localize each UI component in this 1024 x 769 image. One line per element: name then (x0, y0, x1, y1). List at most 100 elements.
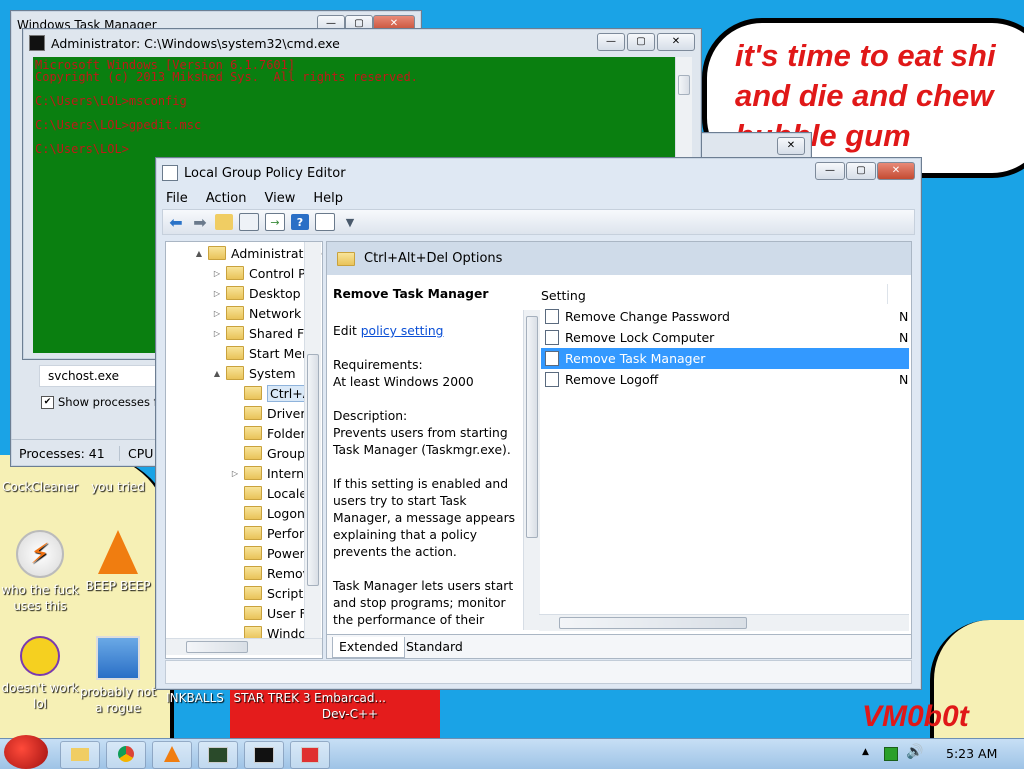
ctrl-maximize-button[interactable]: ▢ (846, 162, 876, 180)
tree-item[interactable]: Start Menu (212, 343, 318, 363)
tree-item[interactable]: Power (230, 543, 305, 563)
desktop-icon-rogue[interactable]: probably not a rogue (78, 636, 158, 716)
folder-icon (244, 486, 262, 500)
expand-arrow-icon[interactable]: ▷ (230, 469, 240, 478)
gpedit-titlebar[interactable]: Local Group Policy Editor (156, 158, 921, 188)
export-list-icon[interactable]: → (265, 213, 285, 231)
tree-scrollbar[interactable] (304, 242, 321, 638)
tree-item-label: Power (267, 545, 305, 561)
desktop-icon-you-tried[interactable]: you tried (78, 479, 158, 495)
requirements-label: Requirements: (333, 358, 423, 372)
scroll-thumb[interactable] (678, 75, 690, 95)
desktop-icon-label: you tried (91, 480, 145, 494)
menu-view[interactable]: View (264, 191, 295, 206)
tree-item[interactable]: Perfor (230, 523, 304, 543)
scroll-thumb[interactable] (559, 617, 747, 629)
tree-item[interactable]: Group (230, 443, 305, 463)
expand-arrow-icon[interactable]: ▷ (212, 269, 222, 278)
tree-scrollbar-horizontal[interactable] (166, 638, 322, 655)
scroll-thumb[interactable] (307, 354, 319, 586)
tree-item-label: System (249, 365, 296, 381)
tree-item-label: Group (267, 445, 306, 461)
taskbar-cmd-button[interactable] (244, 741, 284, 769)
tree-item[interactable]: Folder (230, 423, 306, 443)
scroll-thumb[interactable] (526, 316, 538, 538)
expand-arrow-icon[interactable]: ▷ (212, 289, 222, 298)
taskbar-gpedit-button[interactable] (290, 741, 330, 769)
tree-item[interactable]: Driver (230, 403, 305, 423)
clock[interactable]: 5:23 AM (946, 746, 997, 761)
cmd-line: Copyright (c) 2013 Mikshed Sys. All righ… (35, 70, 418, 84)
desktop-icon-inkballs[interactable]: INKBALLS (155, 690, 235, 706)
ctrl-maximize-button[interactable]: ▢ (627, 33, 655, 51)
folder-icon (71, 748, 89, 761)
menu-file[interactable]: File (166, 191, 188, 206)
start-button[interactable] (4, 735, 48, 769)
tree-item-label: Driver (267, 405, 306, 421)
setting-row[interactable]: Remove Lock Computer N (541, 327, 909, 348)
network-icon[interactable] (884, 747, 898, 761)
description-scrollbar[interactable] (523, 310, 540, 630)
ctrl-minimize-button[interactable]: — (815, 162, 845, 180)
tree-item[interactable]: ▷ Desktop (212, 283, 301, 303)
menu-action[interactable]: Action (206, 191, 247, 206)
taskbar-task-manager-button[interactable] (198, 741, 238, 769)
back-arrow-icon[interactable]: ⬅ (167, 213, 185, 232)
tab-extended[interactable]: Extended (332, 637, 406, 658)
desktop-icon-yahoo[interactable]: doesn't work lol (0, 636, 80, 712)
taskbar-chrome-button[interactable] (106, 741, 146, 769)
tree-item[interactable]: Logon (230, 503, 305, 523)
menu-help[interactable]: Help (313, 191, 343, 206)
setting-row[interactable]: Remove Logoff N (541, 369, 909, 390)
tree-item[interactable]: User F (230, 603, 307, 623)
desktop-icon-avast[interactable]: ⚡ who the fuck uses this (0, 530, 80, 614)
ctrl-close-button[interactable]: ✕ (877, 162, 915, 180)
settings-scrollbar-horizontal[interactable] (539, 614, 909, 631)
ctrl-close-button[interactable]: ✕ (657, 33, 695, 51)
taskbar-vlc-button[interactable] (152, 741, 192, 769)
properties-icon[interactable] (315, 213, 335, 231)
desktop-icon-vlc[interactable]: BEEP BEEP (78, 530, 158, 594)
tree-item[interactable]: ▲ System (212, 363, 296, 383)
tree-item[interactable]: ▷ Network (212, 303, 301, 323)
dialog-close-button[interactable]: ✕ (777, 137, 805, 155)
tree-item[interactable]: Remov (230, 563, 310, 583)
gpedit-window[interactable]: Local Group Policy Editor — ▢ ✕ File Act… (155, 157, 922, 690)
expanded-arrow-icon[interactable]: ▲ (194, 249, 204, 258)
expand-arrow-icon[interactable]: ▷ (212, 309, 222, 318)
tree-item[interactable]: ▲ Administrative (194, 243, 322, 263)
folder-icon (226, 286, 244, 300)
filter-icon[interactable]: ▼ (341, 214, 359, 230)
desktop-icon-dev-cpp[interactable]: Embarcad... Dev-C++ (310, 690, 390, 722)
tree-pane[interactable]: ▲ Administrative ▷ Control Pa ▷ Desktop ▷ Netwo… (165, 241, 323, 659)
setting-row[interactable]: Remove Task Manager (541, 348, 909, 369)
tree-item[interactable]: ▷ Interne (230, 463, 312, 483)
tab-standard[interactable]: Standard (400, 637, 469, 657)
expanded-arrow-icon[interactable]: ▲ (212, 369, 222, 378)
checkbox[interactable]: ✔ (41, 395, 54, 409)
help-icon[interactable]: ? (291, 214, 309, 230)
ctrl-minimize-button[interactable]: — (597, 33, 625, 51)
desktop-icon-cockcleaner[interactable]: CockCleaner (0, 479, 80, 495)
tree-item[interactable]: Locale (230, 483, 307, 503)
policy-setting-icon (545, 309, 559, 324)
show-hidden-icons-chevron-icon[interactable]: ▲ (862, 747, 869, 757)
setting-row[interactable]: Remove Change Password N (541, 306, 909, 327)
description-text: Prevents users from starting Task Manage… (333, 426, 511, 457)
show-hide-tree-icon[interactable] (239, 213, 259, 231)
tree-item[interactable]: ▷ Shared Fo (212, 323, 311, 343)
taskbar-explorer-button[interactable] (60, 741, 100, 769)
expand-arrow-icon[interactable]: ▷ (212, 329, 222, 338)
description-more2: Task Manager lets users start and stop p… (333, 579, 514, 627)
settings-column-header[interactable]: Setting (541, 288, 586, 303)
monitor-icon (208, 747, 228, 763)
forward-arrow-icon[interactable]: ➡ (191, 213, 209, 232)
tree-item[interactable]: ▷ Control Pa (212, 263, 313, 283)
up-folder-icon[interactable] (215, 214, 233, 230)
desktop-icon-star-trek[interactable]: STAR TREK 3 (232, 690, 312, 706)
policy-setting-link[interactable]: policy setting (361, 324, 444, 338)
volume-icon[interactable]: 🔊 (906, 744, 923, 760)
description-label: Description: (333, 409, 408, 423)
scroll-thumb[interactable] (186, 641, 248, 653)
tree-item[interactable]: Scripts (230, 583, 310, 603)
